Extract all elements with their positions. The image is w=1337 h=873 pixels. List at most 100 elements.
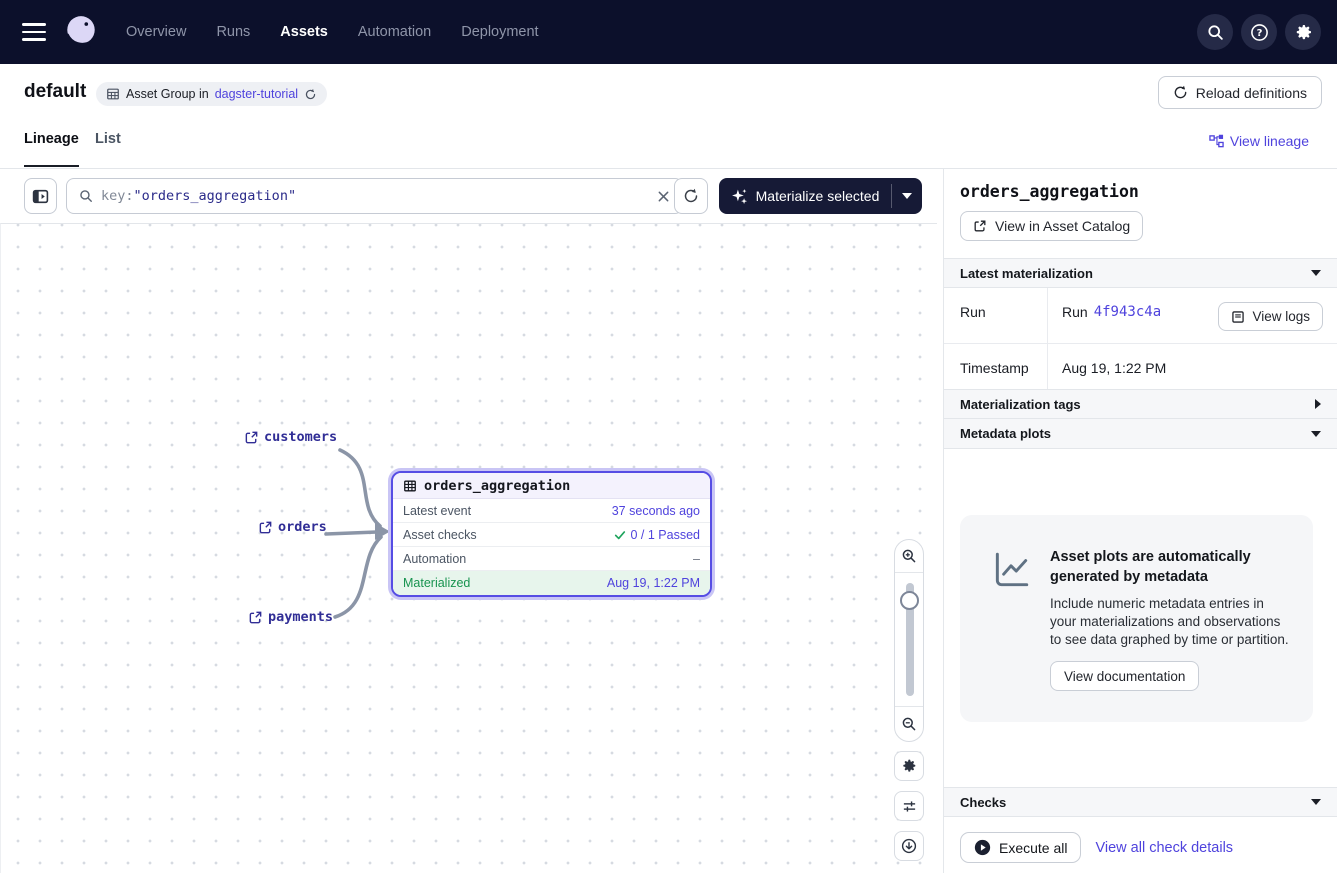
node-row-latest-event: Latest event 37 seconds ago — [393, 499, 710, 523]
section-checks[interactable]: Checks — [944, 787, 1337, 817]
table-icon — [106, 87, 120, 101]
repo-link[interactable]: dagster-tutorial — [215, 87, 298, 101]
external-link-icon — [244, 430, 259, 445]
upstream-asset-orders[interactable]: orders — [258, 519, 327, 535]
zoom-slider-handle[interactable] — [900, 591, 919, 610]
materialize-dropdown-button[interactable] — [892, 178, 922, 214]
panel-icon — [32, 188, 49, 205]
asset-node-orders-aggregation[interactable]: orders_aggregation Latest event 37 secon… — [391, 471, 712, 597]
asset-node-title: orders_aggregation — [424, 478, 570, 494]
graph-settings-button[interactable] — [894, 751, 924, 781]
sparkle-icon — [731, 188, 748, 205]
run-row: Run Run 4f943c4a View logs — [944, 288, 1337, 344]
search-icon — [79, 189, 93, 203]
refresh-graph-button[interactable] — [674, 178, 708, 214]
page-title: default — [24, 81, 86, 103]
detail-sections: Latest materialization Run Run 4f943c4a … — [944, 258, 1337, 449]
execute-all-button[interactable]: Execute all — [960, 832, 1081, 863]
zoom-slider[interactable] — [895, 573, 923, 706]
gear-icon[interactable] — [1285, 14, 1321, 50]
lineage-canvas[interactable]: customers orders payments orders_aggrega… — [0, 223, 937, 873]
external-link-icon — [258, 520, 273, 535]
zoom-in-icon — [901, 548, 917, 564]
view-in-asset-catalog-button[interactable]: View in Asset Catalog — [960, 211, 1143, 241]
checks-actions: Execute all View all check details — [960, 832, 1233, 863]
plots-card-body: Include numeric metadata entries in your… — [1050, 595, 1289, 649]
section-metadata-plots[interactable]: Metadata plots — [944, 419, 1337, 449]
gear-icon — [901, 758, 917, 774]
view-all-check-details-link[interactable]: View all check details — [1095, 840, 1233, 856]
menu-icon[interactable] — [22, 23, 46, 41]
nav-item-assets[interactable]: Assets — [280, 24, 328, 40]
asset-detail-title: orders_aggregation — [960, 182, 1139, 201]
check-icon — [614, 529, 626, 541]
refresh-icon — [683, 188, 699, 204]
asset-node-header: orders_aggregation — [393, 473, 710, 499]
section-checks-wrap: Checks — [944, 787, 1337, 817]
chevron-down-icon — [1311, 799, 1321, 805]
reload-icon[interactable] — [304, 88, 317, 101]
materialize-main[interactable]: Materialize selected — [719, 178, 891, 214]
dagster-logo-icon[interactable] — [62, 13, 100, 51]
timestamp-row: Timestamp Aug 19, 1:22 PM — [944, 344, 1337, 389]
materialize-selected-button: Materialize selected — [719, 178, 922, 214]
zoom-out-button[interactable] — [895, 707, 923, 741]
play-circle-icon — [974, 839, 991, 856]
svg-text:?: ? — [1256, 28, 1262, 39]
arrow-down-circle-icon — [901, 838, 917, 854]
run-id-link[interactable]: 4f943c4a — [1094, 304, 1161, 320]
view-logs-button[interactable]: View logs — [1218, 302, 1323, 331]
lineage-icon — [1209, 134, 1224, 149]
nav-item-runs[interactable]: Runs — [216, 24, 250, 40]
chevron-down-icon — [902, 193, 912, 199]
view-documentation-button[interactable]: View documentation — [1050, 661, 1199, 691]
search-icon[interactable] — [1197, 14, 1233, 50]
lineage-toolbar: key:"orders_aggregation" Materialize sel… — [0, 169, 937, 223]
zoom-out-icon — [901, 716, 917, 732]
upstream-asset-payments[interactable]: payments — [248, 609, 333, 625]
node-row-asset-checks: Asset checks 0 / 1 Passed — [393, 523, 710, 547]
page-header: default Asset Group in dagster-tutorial … — [0, 64, 1337, 126]
nav-item-automation[interactable]: Automation — [358, 24, 431, 40]
query-value: "orders_aggregation" — [134, 188, 297, 204]
sliders-icon — [902, 799, 917, 814]
plots-card-title: Asset plots are automatically generated … — [1050, 547, 1289, 587]
lineage-pane: key:"orders_aggregation" Materialize sel… — [0, 169, 937, 873]
asset-detail-panel: orders_aggregation View in Asset Catalog… — [944, 169, 1337, 873]
external-link-icon — [973, 219, 987, 233]
zoom-controls — [894, 539, 924, 742]
node-row-materialized: Materialized Aug 19, 1:22 PM — [393, 571, 710, 595]
external-link-icon — [248, 610, 263, 625]
table-icon — [403, 479, 417, 493]
chart-line-icon — [990, 549, 1032, 722]
nav-item-overview[interactable]: Overview — [126, 24, 186, 40]
chevron-down-icon — [1311, 431, 1321, 437]
tab-lineage[interactable]: Lineage — [24, 131, 79, 167]
top-nav: Overview Runs Assets Automation Deployme… — [0, 0, 1337, 64]
section-latest-materialization[interactable]: Latest materialization — [944, 258, 1337, 288]
asset-filter-input[interactable]: key:"orders_aggregation" — [66, 178, 683, 214]
chevron-right-icon — [1315, 399, 1321, 409]
tabs-bar: Lineage List View lineage — [0, 126, 1337, 169]
graph-filters-button[interactable] — [894, 791, 924, 821]
zoom-in-button[interactable] — [895, 540, 923, 572]
logs-icon — [1231, 310, 1245, 324]
sidebar-toggle-button[interactable] — [24, 178, 57, 214]
nav-item-deployment[interactable]: Deployment — [461, 24, 538, 40]
metadata-plots-empty-card: Asset plots are automatically generated … — [960, 515, 1313, 722]
nav-actions: ? — [1197, 14, 1321, 50]
help-icon[interactable]: ? — [1241, 14, 1277, 50]
tab-list[interactable]: List — [95, 131, 121, 147]
badge-text: Asset Group in — [126, 87, 209, 101]
section-materialization-tags[interactable]: Materialization tags — [944, 389, 1337, 419]
refresh-icon — [1173, 85, 1188, 100]
asset-group-badge: Asset Group in dagster-tutorial — [96, 82, 327, 106]
upstream-asset-customers[interactable]: customers — [244, 429, 337, 445]
recenter-button[interactable] — [894, 831, 924, 861]
nav-menu: Overview Runs Assets Automation Deployme… — [126, 24, 539, 40]
chevron-down-icon — [1311, 270, 1321, 276]
query-prefix: key: — [101, 188, 134, 204]
clear-filter-icon[interactable] — [657, 190, 670, 203]
reload-definitions-button[interactable]: Reload definitions — [1158, 76, 1322, 109]
view-lineage-link[interactable]: View lineage — [1209, 133, 1309, 149]
